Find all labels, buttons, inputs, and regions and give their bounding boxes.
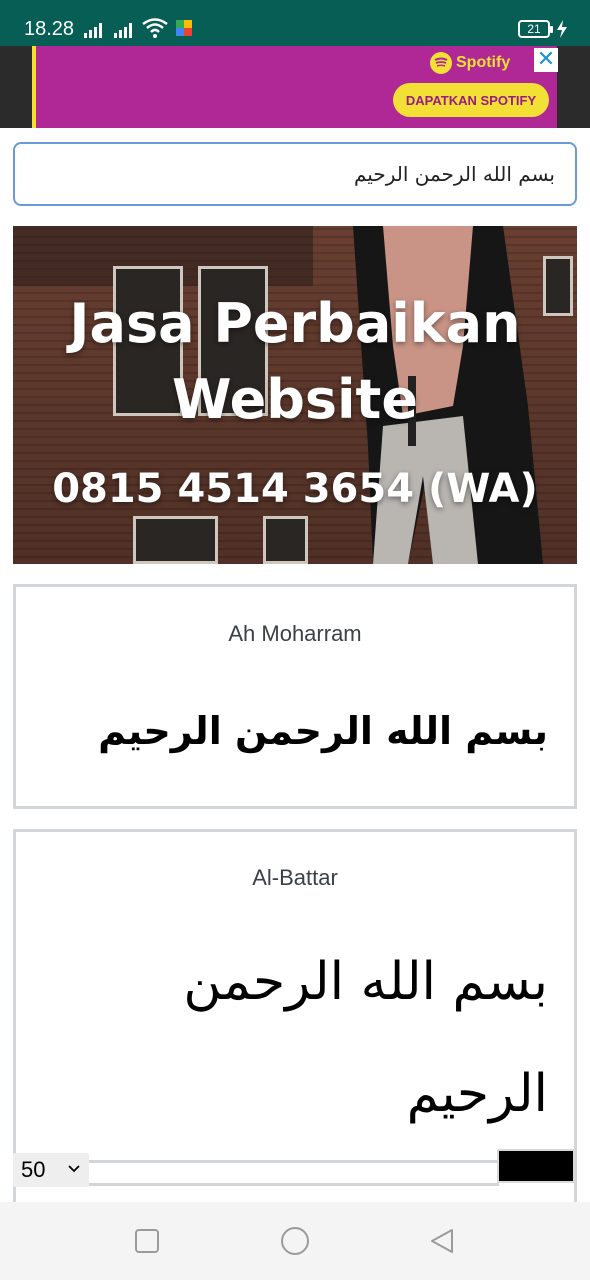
app-notification-icon xyxy=(176,20,192,36)
wifi-icon xyxy=(142,18,168,38)
promo-banner[interactable]: Jasa Perbaikan Website 0815 4514 3654 (W… xyxy=(13,226,577,564)
close-icon[interactable]: ✕ xyxy=(534,48,558,72)
back-icon[interactable] xyxy=(428,1227,456,1255)
spotify-brand: Spotify xyxy=(456,54,511,71)
recent-apps-icon[interactable] xyxy=(134,1228,160,1254)
font-size-slider[interactable] xyxy=(89,1160,499,1186)
font-size-value: 50 xyxy=(21,1157,46,1182)
system-navbar xyxy=(0,1202,590,1280)
font-preview-line1: بسم الله الرحمن xyxy=(183,952,548,1012)
battery-icon: 21 xyxy=(518,20,553,38)
home-icon[interactable] xyxy=(280,1226,310,1256)
promo-phone: 0815 4514 3654 (WA) xyxy=(52,466,538,512)
font-card[interactable]: Ah Moharram بسم الله الرحمن الرحيم xyxy=(13,584,577,809)
font-size-select[interactable]: 50 xyxy=(13,1153,89,1187)
promo-title-line2: Website xyxy=(171,368,418,431)
ad-area: Spotify DAPATKAN SPOTIFY ✕ xyxy=(0,46,590,128)
promo-title: Jasa Perbaikan Website xyxy=(13,286,577,438)
font-preview-line2: الرحيم xyxy=(406,1064,548,1124)
status-time: 18.28 xyxy=(24,18,75,40)
building-window xyxy=(133,516,218,564)
signal-icon xyxy=(114,22,132,38)
charging-icon xyxy=(557,20,567,38)
spotify-logo: Spotify xyxy=(430,52,510,74)
building-window xyxy=(263,516,308,564)
signal-icon xyxy=(84,22,102,38)
ad-banner[interactable]: Spotify DAPATKAN SPOTIFY ✕ xyxy=(32,46,558,128)
chevron-down-icon xyxy=(67,1153,81,1187)
font-name: Ah Moharram xyxy=(228,621,362,646)
font-card[interactable]: Al-Battar بسم الله الرحمن الرحيم xyxy=(13,829,577,1209)
color-picker[interactable] xyxy=(497,1149,575,1183)
status-bar: 18.28 21 xyxy=(0,0,590,46)
font-name: Al-Battar xyxy=(252,865,338,890)
ad-cta-button[interactable]: DAPATKAN SPOTIFY xyxy=(393,83,549,117)
font-preview: بسم الله الرحمن الرحيم xyxy=(98,709,548,753)
arabic-text-input[interactable] xyxy=(13,142,577,206)
spotify-icon xyxy=(430,52,452,74)
promo-title-line1: Jasa Perbaikan xyxy=(69,292,521,355)
